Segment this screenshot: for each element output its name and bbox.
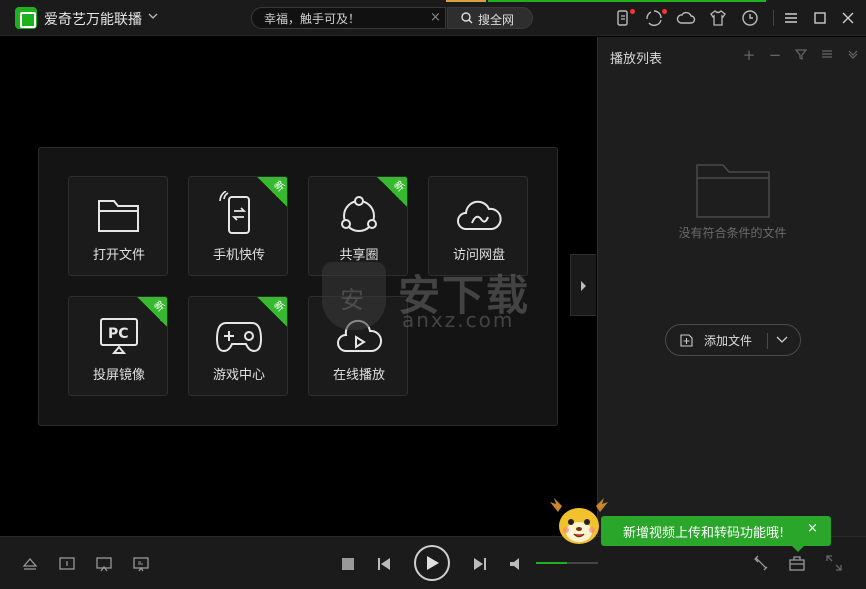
- notification-text: 新增视频上传和转码功能哦!: [623, 526, 785, 541]
- tools-icon[interactable]: [752, 554, 770, 572]
- next-icon[interactable]: [471, 555, 489, 573]
- playlist-toggle-button[interactable]: [570, 254, 596, 316]
- watermark-shield-icon: 安: [322, 262, 386, 330]
- tile-label: 共享圈: [339, 248, 379, 263]
- tile-label: 访问网盘: [452, 248, 505, 263]
- open-file-tile[interactable]: 打开文件: [68, 176, 168, 276]
- notification-pointer: [792, 546, 804, 552]
- playlist-panel: 播放列表 + − 没有符合条件的文件 添加文件: [597, 37, 866, 536]
- svg-text:PC: PC: [108, 326, 129, 342]
- play-icon: [427, 556, 439, 570]
- notification-close-button[interactable]: ×: [807, 521, 818, 536]
- empty-playlist-text: 没有符合条件的文件: [678, 226, 787, 240]
- phone-transfer-tile[interactable]: 手机快传 新: [188, 176, 288, 276]
- share-icon[interactable]: [644, 8, 664, 28]
- cloud-icon[interactable]: [676, 8, 696, 28]
- title-bar: 爱奇艺万能联播 × 搜全网: [0, 0, 866, 36]
- game-center-tile[interactable]: 游戏中心 新: [188, 296, 288, 396]
- tile-label: 手机快传: [212, 248, 265, 263]
- search-button-label: 搜全网: [478, 13, 515, 27]
- watermark: 安 安下载 anxz.com: [322, 262, 542, 337]
- titlebar-divider: [773, 10, 774, 26]
- promo-strip-orange: [446, 0, 486, 2]
- share-circle-tile[interactable]: 共享圈 新: [308, 176, 408, 276]
- add-file-icon: [680, 334, 693, 347]
- eject-icon[interactable]: [21, 555, 39, 573]
- chevron-down-icon[interactable]: [776, 335, 788, 345]
- search-icon: [461, 12, 473, 24]
- add-file-label: 添加文件: [704, 334, 753, 348]
- maximize-icon[interactable]: [810, 8, 830, 28]
- play-button[interactable]: [414, 545, 450, 581]
- pc-cast-icon[interactable]: [132, 555, 150, 573]
- add-file-divider: [767, 333, 768, 349]
- fullscreen-icon[interactable]: [825, 554, 843, 572]
- search-all-button[interactable]: 搜全网: [447, 7, 533, 29]
- tile-label: 游戏中心: [212, 368, 265, 383]
- add-icon[interactable]: +: [741, 47, 757, 63]
- subtitle-icon[interactable]: [58, 555, 76, 573]
- app-title[interactable]: 爱奇艺万能联播: [44, 9, 142, 29]
- app-logo-icon[interactable]: [15, 7, 37, 29]
- new-badge: 新: [137, 297, 167, 327]
- list-icon[interactable]: [819, 47, 835, 63]
- mascot-deer-icon: [550, 498, 608, 544]
- cloud-drive-icon: [457, 200, 502, 230]
- watermark-url: anxz.com: [402, 308, 515, 332]
- close-icon[interactable]: [838, 8, 858, 28]
- playlist-title: 播放列表: [610, 52, 663, 67]
- stop-icon[interactable]: [339, 555, 357, 573]
- chevron-right-icon: [581, 281, 586, 291]
- volume-level: [536, 562, 567, 564]
- promo-strip-green: [488, 0, 766, 2]
- chevron-down-icon[interactable]: [148, 11, 158, 21]
- filter-icon[interactable]: [793, 47, 809, 63]
- shirt-icon[interactable]: [708, 8, 728, 28]
- cloud-drive-tile[interactable]: 访问网盘: [428, 176, 528, 276]
- empty-folder-icon: [696, 164, 770, 218]
- pc-mirror-tile[interactable]: PC 投屏镜像 新: [68, 296, 168, 396]
- new-badge: 新: [377, 177, 407, 207]
- clock-icon[interactable]: [740, 8, 760, 28]
- search-input[interactable]: [264, 11, 424, 27]
- volume-slider[interactable]: [536, 562, 598, 564]
- phone-icon[interactable]: [612, 8, 632, 28]
- remove-icon[interactable]: −: [767, 47, 783, 63]
- new-badge: 新: [257, 297, 287, 327]
- search-clear-icon[interactable]: ×: [430, 11, 442, 25]
- new-badge: 新: [257, 177, 287, 207]
- tile-label: 打开文件: [92, 248, 145, 263]
- tile-label: 投屏镜像: [92, 368, 145, 383]
- add-file-button[interactable]: 添加文件: [665, 324, 801, 356]
- collapse-icon[interactable]: [845, 47, 861, 63]
- folder-icon: [98, 200, 139, 232]
- notification-toast[interactable]: 新增视频上传和转码功能哦! ×: [601, 516, 831, 546]
- menu-icon[interactable]: [781, 8, 801, 28]
- toolbox-icon[interactable]: [788, 554, 806, 572]
- tile-label: 在线播放: [332, 368, 385, 383]
- previous-icon[interactable]: [375, 555, 393, 573]
- phone-notification-dot: [630, 9, 635, 14]
- screen-mirror-icon[interactable]: [95, 555, 113, 573]
- share-notification-dot: [662, 9, 667, 14]
- volume-icon[interactable]: [508, 555, 526, 573]
- search-box: ×: [251, 7, 446, 29]
